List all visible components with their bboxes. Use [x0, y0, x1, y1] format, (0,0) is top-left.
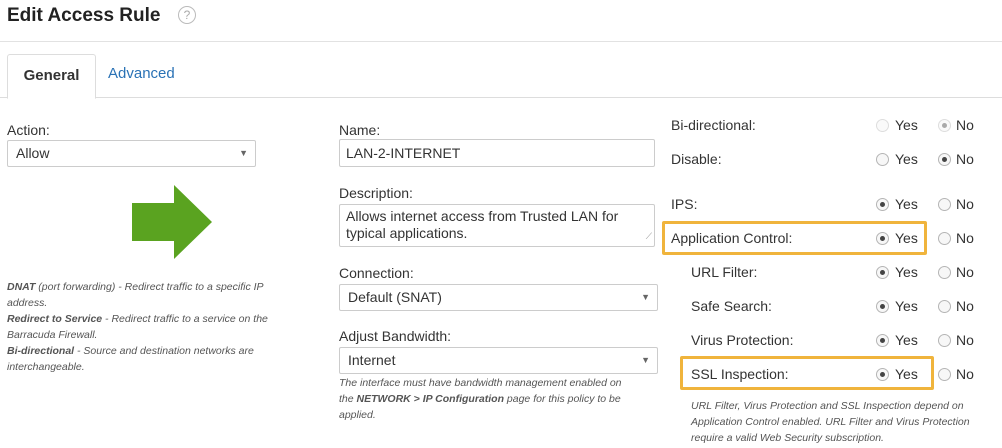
url-filter-no-radio[interactable]	[938, 266, 951, 279]
bi-directional-no-label[interactable]: No	[956, 117, 974, 133]
ips-label: IPS:	[671, 196, 698, 212]
url-filter-yes-radio[interactable]	[876, 266, 889, 279]
ips-no-label[interactable]: No	[956, 196, 974, 212]
disable-no-label[interactable]: No	[956, 151, 974, 167]
disable-yes-radio[interactable]	[876, 153, 889, 166]
application-control-yes-radio[interactable]	[876, 232, 889, 245]
bi-directional-yes-label[interactable]: Yes	[895, 117, 918, 133]
ips-yes-label[interactable]: Yes	[895, 196, 918, 212]
description-value: Allows internet access from Trusted LAN …	[346, 208, 619, 241]
virus-protection-yes-radio[interactable]	[876, 334, 889, 347]
ssl-inspection-yes-radio[interactable]	[876, 368, 889, 381]
virus-protection-label: Virus Protection:	[691, 332, 794, 348]
disable-label: Disable:	[671, 151, 722, 167]
virus-protection-yes-label[interactable]: Yes	[895, 332, 918, 348]
description-label: Description:	[339, 185, 413, 201]
name-input[interactable]: LAN-2-INTERNET	[339, 139, 655, 167]
action-help-text: DNAT (port forwarding) - Redirect traffi…	[7, 279, 297, 375]
ssl-inspection-label: SSL Inspection:	[691, 366, 789, 382]
bandwidth-select[interactable]: Internet ▼	[339, 347, 658, 374]
connection-select[interactable]: Default (SNAT) ▼	[339, 284, 658, 311]
ips-no-radio[interactable]	[938, 198, 951, 211]
page-title: Edit Access Rule	[7, 5, 161, 26]
tab-advanced[interactable]: Advanced	[108, 65, 175, 82]
connection-select-value: Default (SNAT)	[348, 289, 442, 305]
description-textarea[interactable]: Allows internet access from Trusted LAN …	[339, 204, 655, 247]
virus-protection-no-label[interactable]: No	[956, 332, 974, 348]
chevron-down-icon: ▼	[641, 355, 650, 365]
application-control-label: Application Control:	[671, 230, 793, 246]
bi-directional-yes-radio	[876, 119, 889, 132]
note-dnat: DNAT (port forwarding) - Redirect traffi…	[7, 281, 264, 309]
url-filter-yes-label[interactable]: Yes	[895, 264, 918, 280]
safe-search-label: Safe Search:	[691, 298, 772, 314]
url-filter-no-label[interactable]: No	[956, 264, 974, 280]
action-select-value: Allow	[16, 145, 50, 161]
ips-yes-radio[interactable]	[876, 198, 889, 211]
ssl-inspection-yes-label[interactable]: Yes	[895, 366, 918, 382]
bi-directional-no-radio	[938, 119, 951, 132]
bi-directional-label: Bi-directional:	[671, 117, 756, 133]
url-filter-label: URL Filter:	[691, 264, 758, 280]
note-redirect: Redirect to Service - Redirect traffic t…	[7, 313, 268, 341]
safe-search-no-label[interactable]: No	[956, 298, 974, 314]
application-control-yes-label[interactable]: Yes	[895, 230, 918, 246]
tabs-divider	[0, 97, 1002, 98]
bandwidth-label: Adjust Bandwidth:	[339, 328, 452, 344]
virus-protection-no-radio[interactable]	[938, 334, 951, 347]
help-icon[interactable]: ?	[178, 6, 196, 24]
safe-search-no-radio[interactable]	[938, 300, 951, 313]
chevron-down-icon: ▼	[239, 148, 248, 158]
bandwidth-select-value: Internet	[348, 352, 396, 368]
application-control-no-radio[interactable]	[938, 232, 951, 245]
arrow-right-icon	[132, 185, 212, 259]
ssl-inspection-no-label[interactable]: No	[956, 366, 974, 382]
tab-general[interactable]: General	[7, 54, 96, 99]
disable-yes-label[interactable]: Yes	[895, 151, 918, 167]
header-divider	[0, 41, 1002, 42]
safe-search-yes-label[interactable]: Yes	[895, 298, 918, 314]
resize-grip-icon[interactable]: ⟋	[646, 228, 652, 245]
name-label: Name:	[339, 122, 381, 138]
action-select[interactable]: Allow ▼	[7, 140, 256, 167]
application-control-no-label[interactable]: No	[956, 230, 974, 246]
options-footnote: URL Filter, Virus Protection and SSL Ins…	[691, 400, 970, 444]
ssl-inspection-no-radio[interactable]	[938, 368, 951, 381]
safe-search-yes-radio[interactable]	[876, 300, 889, 313]
chevron-down-icon: ▼	[641, 292, 650, 302]
note-bidirectional: Bi-directional - Source and destination …	[7, 345, 254, 373]
action-label: Action:	[7, 122, 50, 138]
disable-no-radio[interactable]	[938, 153, 951, 166]
bandwidth-help-text: The interface must have bandwidth manage…	[339, 377, 622, 421]
connection-label: Connection:	[339, 265, 414, 281]
